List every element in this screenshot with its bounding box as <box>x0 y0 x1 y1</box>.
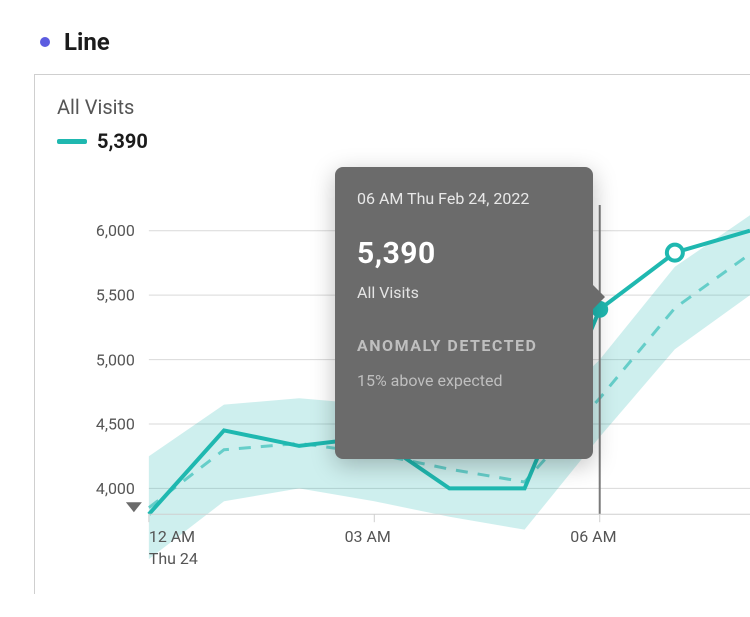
x-tick-label: 12 AM <box>149 527 195 546</box>
x-axis-ticks: 12 AM 03 AM 06 AM <box>149 514 617 546</box>
y-tick-label: 6,000 <box>96 221 135 240</box>
y-tick-label: 4,500 <box>96 414 135 433</box>
chart-tooltip: 06 AM Thu Feb 24, 2022 5,390 All Visits … <box>335 167 593 459</box>
legend-value: 5,390 <box>97 129 148 153</box>
chart-title: All Visits <box>57 95 750 119</box>
panel-header: Line <box>0 0 750 66</box>
chart-panel: All Visits 5,390 6,000 5,500 5,000 4,500… <box>34 74 750 594</box>
tooltip-anomaly-heading: ANOMALY DETECTED <box>357 336 571 355</box>
x-tick-label: 03 AM <box>345 527 391 546</box>
y-axis-ticks: 6,000 5,500 5,000 4,500 4,000 <box>96 221 135 498</box>
y-tick-label: 4,000 <box>96 479 135 498</box>
tooltip-value: 5,390 <box>357 236 571 271</box>
collapse-axis-icon[interactable] <box>126 502 142 512</box>
x-tick-label: 06 AM <box>570 527 616 546</box>
legend-swatch-icon <box>57 139 87 144</box>
panel-type-title: Line <box>64 28 110 56</box>
tooltip-timestamp: 06 AM Thu Feb 24, 2022 <box>357 189 571 208</box>
anomaly-point-icon[interactable] <box>667 245 683 261</box>
x-sub-label: Thu 24 <box>149 549 198 568</box>
y-tick-label: 5,000 <box>96 351 135 370</box>
x-axis-sub: Thu 24 <box>149 549 198 568</box>
legend: 5,390 <box>57 129 750 153</box>
tooltip-anomaly-detail: 15% above expected <box>357 371 571 390</box>
tooltip-series-label: All Visits <box>357 283 571 302</box>
y-tick-label: 5,500 <box>96 286 135 305</box>
header-dot-icon <box>40 37 50 47</box>
